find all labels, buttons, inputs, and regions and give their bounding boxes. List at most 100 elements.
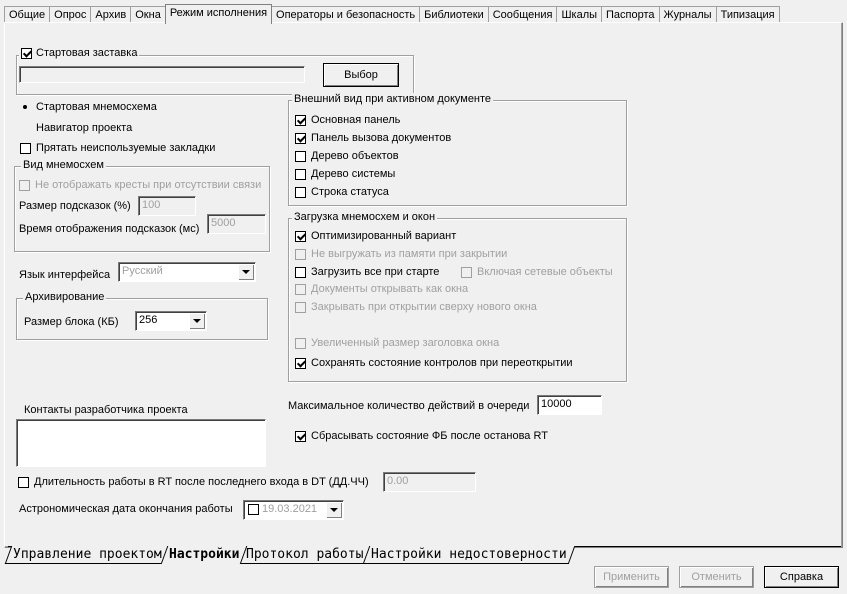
astro-date-picker[interactable]: 19.03.2021 <box>243 500 344 520</box>
load-all-checkbox[interactable] <box>295 266 306 278</box>
no-cross-checkbox[interactable] <box>19 179 30 191</box>
language-select[interactable]: Русский <box>118 262 256 282</box>
help-button[interactable]: Справка <box>764 566 839 588</box>
no-unload-label: Не выгружать из памяти при закрытии <box>311 248 508 260</box>
save-state-label: Сохранять состояние контролов при переот… <box>311 357 573 369</box>
appearance-title: Внешний вид при активном документе <box>292 93 494 105</box>
appearance-checkbox-docs[interactable] <box>295 132 306 144</box>
splash-label: Стартовая заставка <box>36 47 138 59</box>
tab-settings[interactable]: Настройки <box>160 546 248 564</box>
close-on-open-checkbox[interactable] <box>295 301 306 313</box>
radio-mnemo-label: Стартовая мнемосхема <box>36 101 157 113</box>
appearance-checkbox-system[interactable] <box>295 168 306 180</box>
block-size-select[interactable]: 256 <box>135 311 207 331</box>
tab-passports[interactable]: Паспорта <box>601 6 660 23</box>
tab-messages[interactable]: Сообщения <box>487 6 558 23</box>
apply-button[interactable]: Применить <box>594 566 669 588</box>
hint-time-label: Время отображения подсказок (мс) <box>19 223 200 235</box>
no-cross-label: Не отображать кресты при отсутствии связ… <box>35 179 262 191</box>
load-all-row[interactable]: Загрузить все при старте <box>295 264 439 280</box>
chevron-down-icon[interactable] <box>326 502 342 518</box>
appearance-checkbox-objects[interactable] <box>295 150 306 162</box>
splash-checkbox[interactable] <box>21 47 32 59</box>
radio-navigator-row[interactable]: Навигатор проекта <box>20 120 132 136</box>
rt-duration-input[interactable]: 0.00 <box>383 472 476 492</box>
hint-time-input[interactable]: 5000 <box>207 214 266 234</box>
rt-duration-label: Длительность работы в RT после последнег… <box>34 476 369 488</box>
include-network-label: Включая сетевые объекты <box>477 266 613 278</box>
appearance-item[interactable]: Дерево объектов <box>295 148 399 164</box>
reset-fb-checkbox[interactable] <box>295 430 306 442</box>
cancel-button[interactable]: Отменить <box>679 566 754 588</box>
radio-navigator[interactable] <box>20 122 31 134</box>
appearance-checkbox-status[interactable] <box>295 186 306 198</box>
docs-windows-row[interactable]: Документы открывать как окна <box>295 281 468 297</box>
tab-typing[interactable]: Типизация <box>715 6 780 23</box>
block-size-value: 256 <box>139 314 158 326</box>
save-state-row[interactable]: Сохранять состояние контролов при переот… <box>295 355 573 371</box>
include-network-checkbox[interactable] <box>461 266 472 278</box>
big-title-row[interactable]: Увеличенный размер заголовка окна <box>295 335 499 351</box>
chevron-down-icon[interactable] <box>238 264 254 280</box>
appearance-item[interactable]: Основная панель <box>295 112 400 128</box>
tab-libraries[interactable]: Библиотеки <box>419 6 489 23</box>
tab-scales[interactable]: Шкалы <box>556 6 603 23</box>
tab-work-log[interactable]: Протокол работы <box>237 546 372 564</box>
radio-navigator-label: Навигатор проекта <box>36 122 133 134</box>
close-on-open-label: Закрывать при открытии сверху нового окн… <box>311 301 537 313</box>
appearance-label: Строка статуса <box>311 186 389 198</box>
no-cross-row[interactable]: Не отображать кресты при отсутствии связ… <box>19 177 267 193</box>
astro-date-checkbox[interactable] <box>248 504 259 515</box>
tab-project-management[interactable]: Управление проектом <box>4 546 170 564</box>
rt-duration-checkbox[interactable] <box>18 476 29 488</box>
appearance-label: Дерево системы <box>311 168 396 180</box>
optimized-checkbox[interactable] <box>295 230 306 242</box>
tab-journals[interactable]: Журналы <box>658 6 717 23</box>
astro-date-value: 19.03.2021 <box>262 503 318 515</box>
appearance-label: Дерево объектов <box>311 150 399 162</box>
appearance-label: Панель вызова документов <box>311 132 452 144</box>
tab-general[interactable]: Общие <box>4 6 51 23</box>
no-unload-checkbox[interactable] <box>295 248 306 260</box>
no-unload-row[interactable]: Не выгружать из памяти при закрытии <box>295 246 507 262</box>
splash-path-input[interactable] <box>19 66 305 83</box>
hint-size-input[interactable]: 100 <box>138 196 196 216</box>
save-state-checkbox[interactable] <box>295 357 306 369</box>
reset-fb-label: Сбрасывать состояние ФБ после останова R… <box>311 430 548 442</box>
chevron-down-icon[interactable] <box>189 313 205 329</box>
hide-tabs-checkbox[interactable] <box>20 142 31 154</box>
big-title-label: Увеличенный размер заголовка окна <box>311 337 500 349</box>
radio-mnemo-row[interactable]: Стартовая мнемосхема <box>20 99 157 115</box>
tab-archive[interactable]: Архив <box>90 6 132 23</box>
big-title-checkbox[interactable] <box>295 337 306 349</box>
queue-input[interactable]: 10000 <box>537 395 602 415</box>
contacts-textarea[interactable] <box>16 419 266 467</box>
tab-unreliability-settings[interactable]: Настройки недостоверности <box>362 546 575 564</box>
loading-title: Загрузка мнемосхем и окон <box>292 211 438 223</box>
queue-label: Максимальное количество действий в очере… <box>288 400 530 412</box>
language-label: Язык интерфейса <box>19 269 111 281</box>
appearance-item[interactable]: Дерево системы <box>295 166 395 182</box>
appearance-checkbox-main[interactable] <box>295 114 306 126</box>
astro-date-label: Астрономическая дата окончания работы <box>19 503 233 515</box>
tab-operators-security[interactable]: Операторы и безопасность <box>271 6 421 23</box>
close-on-open-row[interactable]: Закрывать при открытии сверху нового окн… <box>295 299 537 315</box>
tab-runtime-mode[interactable]: Режим исполнения <box>164 4 273 24</box>
hide-tabs-row[interactable]: Прятать неиспользуемые закладки <box>20 140 215 156</box>
language-value: Русский <box>122 265 163 277</box>
contacts-title: Контакты разработчика проекта <box>24 404 188 416</box>
browse-button[interactable]: Выбор <box>323 63 399 87</box>
docs-windows-label: Документы открывать как окна <box>311 283 469 295</box>
tab-windows[interactable]: Окна <box>130 6 166 23</box>
appearance-item[interactable]: Панель вызова документов <box>295 130 451 146</box>
docs-windows-checkbox[interactable] <box>295 283 306 295</box>
radio-mnemo[interactable] <box>20 101 31 113</box>
rt-duration-row[interactable]: Длительность работы в RT после последнег… <box>18 474 369 490</box>
optimized-row[interactable]: Оптимизированный вариант <box>295 228 456 244</box>
include-network-row[interactable]: Включая сетевые объекты <box>461 264 613 280</box>
reset-fb-row[interactable]: Сбрасывать состояние ФБ после останова R… <box>295 428 548 444</box>
appearance-label: Основная панель <box>311 114 401 126</box>
appearance-item[interactable]: Строка статуса <box>295 184 389 200</box>
tab-polling[interactable]: Опрос <box>49 6 92 23</box>
block-size-label: Размер блока (КБ) <box>24 316 119 328</box>
